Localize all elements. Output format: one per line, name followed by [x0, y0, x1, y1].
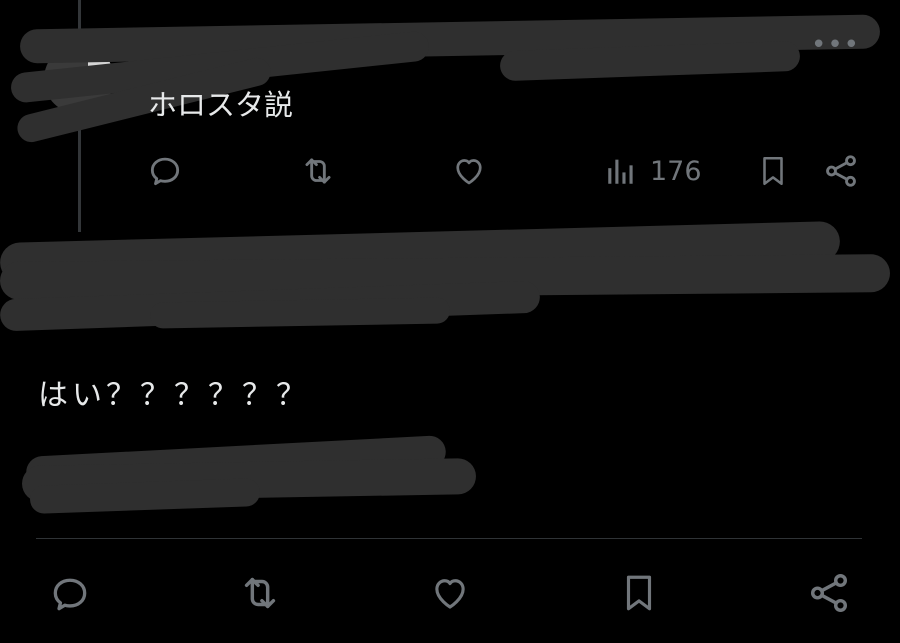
main-reply-button[interactable] — [48, 572, 92, 616]
speech-bubble-icon — [53, 578, 87, 611]
bar-chart-icon — [608, 159, 633, 184]
share-button[interactable] — [822, 152, 860, 190]
like-button[interactable] — [450, 153, 488, 189]
main-tweet-text: はい？？？？？？ — [38, 378, 310, 413]
speech-bubble-icon — [150, 157, 180, 186]
main-share-button[interactable] — [806, 570, 852, 616]
heart-icon — [435, 579, 465, 609]
bookmark-icon — [763, 156, 783, 186]
reply-button[interactable] — [146, 152, 184, 190]
views-button[interactable]: 176 — [604, 154, 702, 188]
main-like-button[interactable] — [428, 572, 472, 614]
share-icon — [810, 574, 848, 612]
main-retweet-button[interactable] — [236, 570, 284, 616]
share-icon — [826, 155, 856, 187]
heart-icon — [456, 159, 482, 185]
views-count: 176 — [650, 155, 702, 187]
more-options-icon[interactable]: ••• — [811, 30, 860, 60]
main-bookmark-button[interactable] — [618, 570, 660, 616]
reply-tweet-text: ホロスタ説 — [148, 88, 294, 122]
divider — [36, 538, 862, 539]
bookmark-button[interactable] — [756, 152, 790, 190]
retweet-button[interactable] — [298, 152, 338, 190]
bookmark-icon — [626, 575, 652, 611]
retweet-arrows-icon — [244, 577, 276, 609]
retweet-arrows-icon — [305, 158, 331, 184]
redaction-scribble — [149, 297, 451, 329]
